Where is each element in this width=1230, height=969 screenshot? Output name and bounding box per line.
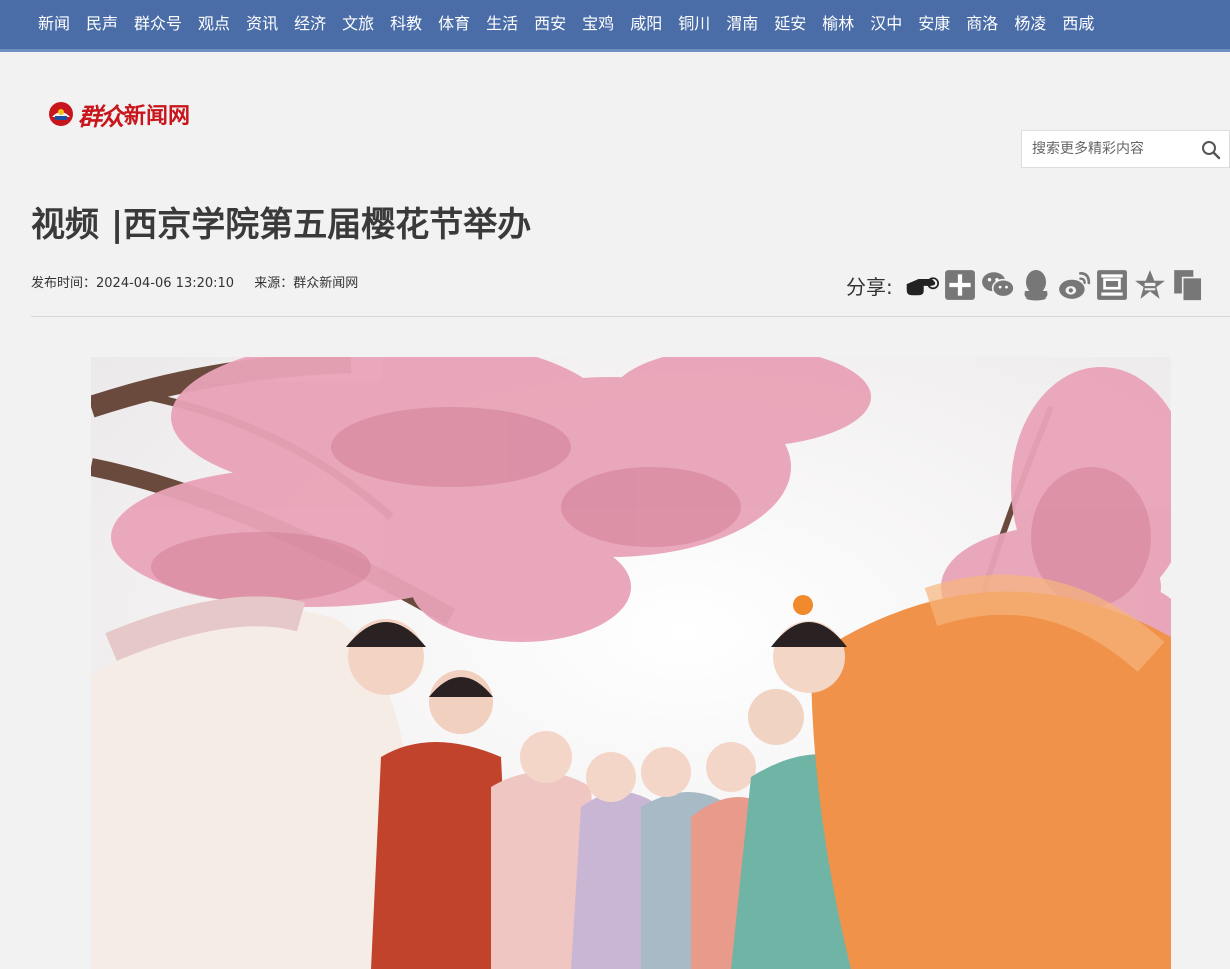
plus-icon[interactable] — [943, 268, 977, 302]
nav-item[interactable]: 资讯 — [246, 13, 278, 35]
nav-item[interactable]: 群众号 — [134, 13, 182, 35]
nav-item[interactable]: 科教 — [390, 13, 422, 35]
nav-item[interactable]: 西安 — [534, 13, 566, 35]
nav-item[interactable]: 生活 — [486, 13, 518, 35]
nav-item[interactable]: 新闻 — [38, 13, 70, 35]
share-icons — [905, 268, 1209, 302]
nav-item[interactable]: 榆林 — [822, 13, 854, 35]
article-meta: 发布时间：2024-04-06 13:20:10 来源：群众新闻网 — [31, 274, 374, 294]
nav-list: 新闻 民声 群众号 观点 资讯 经济 文旅 科教 体育 生活 西安 宝鸡 咸阳 铜川 渭南 延安 榆林 汉中 安康商… — [38, 13, 1110, 35]
nav-item[interactable]: 民声 — [86, 13, 118, 35]
hero-photo — [91, 357, 1171, 969]
divider — [31, 316, 1230, 317]
article-hero-image — [91, 357, 1171, 969]
publish-time: 发布时间：2024-04-06 13:20:10 — [31, 276, 235, 291]
douban-icon[interactable] — [1095, 268, 1129, 302]
nav-item[interactable]: 体育 — [438, 13, 470, 35]
search-box — [1021, 130, 1230, 168]
nav-item[interactable]: 文旅 — [342, 13, 374, 35]
nav-item[interactable]: 延安 — [774, 13, 806, 35]
nav-item[interactable]: 安康 — [918, 13, 950, 35]
search-input[interactable] — [1022, 141, 1192, 157]
share-label: 分享: — [846, 274, 893, 299]
nav-item[interactable]: 商洛 — [966, 13, 998, 35]
article-title: 视频 |西京学院第五届樱花节举办 — [31, 205, 532, 245]
nav-item[interactable]: 经济 — [294, 13, 326, 35]
nav-item[interactable]: 宝鸡 — [582, 13, 614, 35]
hand-pointer-icon[interactable] — [905, 268, 939, 302]
nav-item[interactable]: 铜川 — [678, 13, 710, 35]
logo-script: 群众 — [78, 101, 124, 131]
top-nav: 新闻 民声 群众号 观点 资讯 经济 文旅 科教 体育 生活 西安 宝鸡 咸阳 铜川 渭南 延安 榆林 汉中 安康商… — [0, 0, 1230, 52]
qq-icon[interactable] — [1019, 268, 1053, 302]
nav-item[interactable]: 渭南 — [726, 13, 758, 35]
nav-item[interactable]: 汉中 — [870, 13, 902, 35]
search-icon[interactable] — [1201, 140, 1221, 160]
nav-item[interactable]: 咸阳 — [630, 13, 662, 35]
site-logo[interactable]: 群众 新闻网 — [48, 94, 190, 134]
nav-item[interactable]: 观点 — [198, 13, 230, 35]
article-source: 来源：群众新闻网 — [254, 276, 359, 291]
wechat-icon[interactable] — [981, 268, 1015, 302]
copy-icon[interactable] — [1171, 268, 1205, 302]
nav-item[interactable]: 杨凌 — [1014, 13, 1046, 35]
nav-item[interactable]: 西咸 — [1062, 13, 1094, 35]
logo-emblem-icon — [49, 102, 73, 126]
share-bar: 分享: — [846, 266, 1209, 304]
weibo-icon[interactable] — [1057, 268, 1091, 302]
logo-text: 新闻网 — [124, 104, 191, 129]
qzone-icon[interactable] — [1133, 268, 1167, 302]
